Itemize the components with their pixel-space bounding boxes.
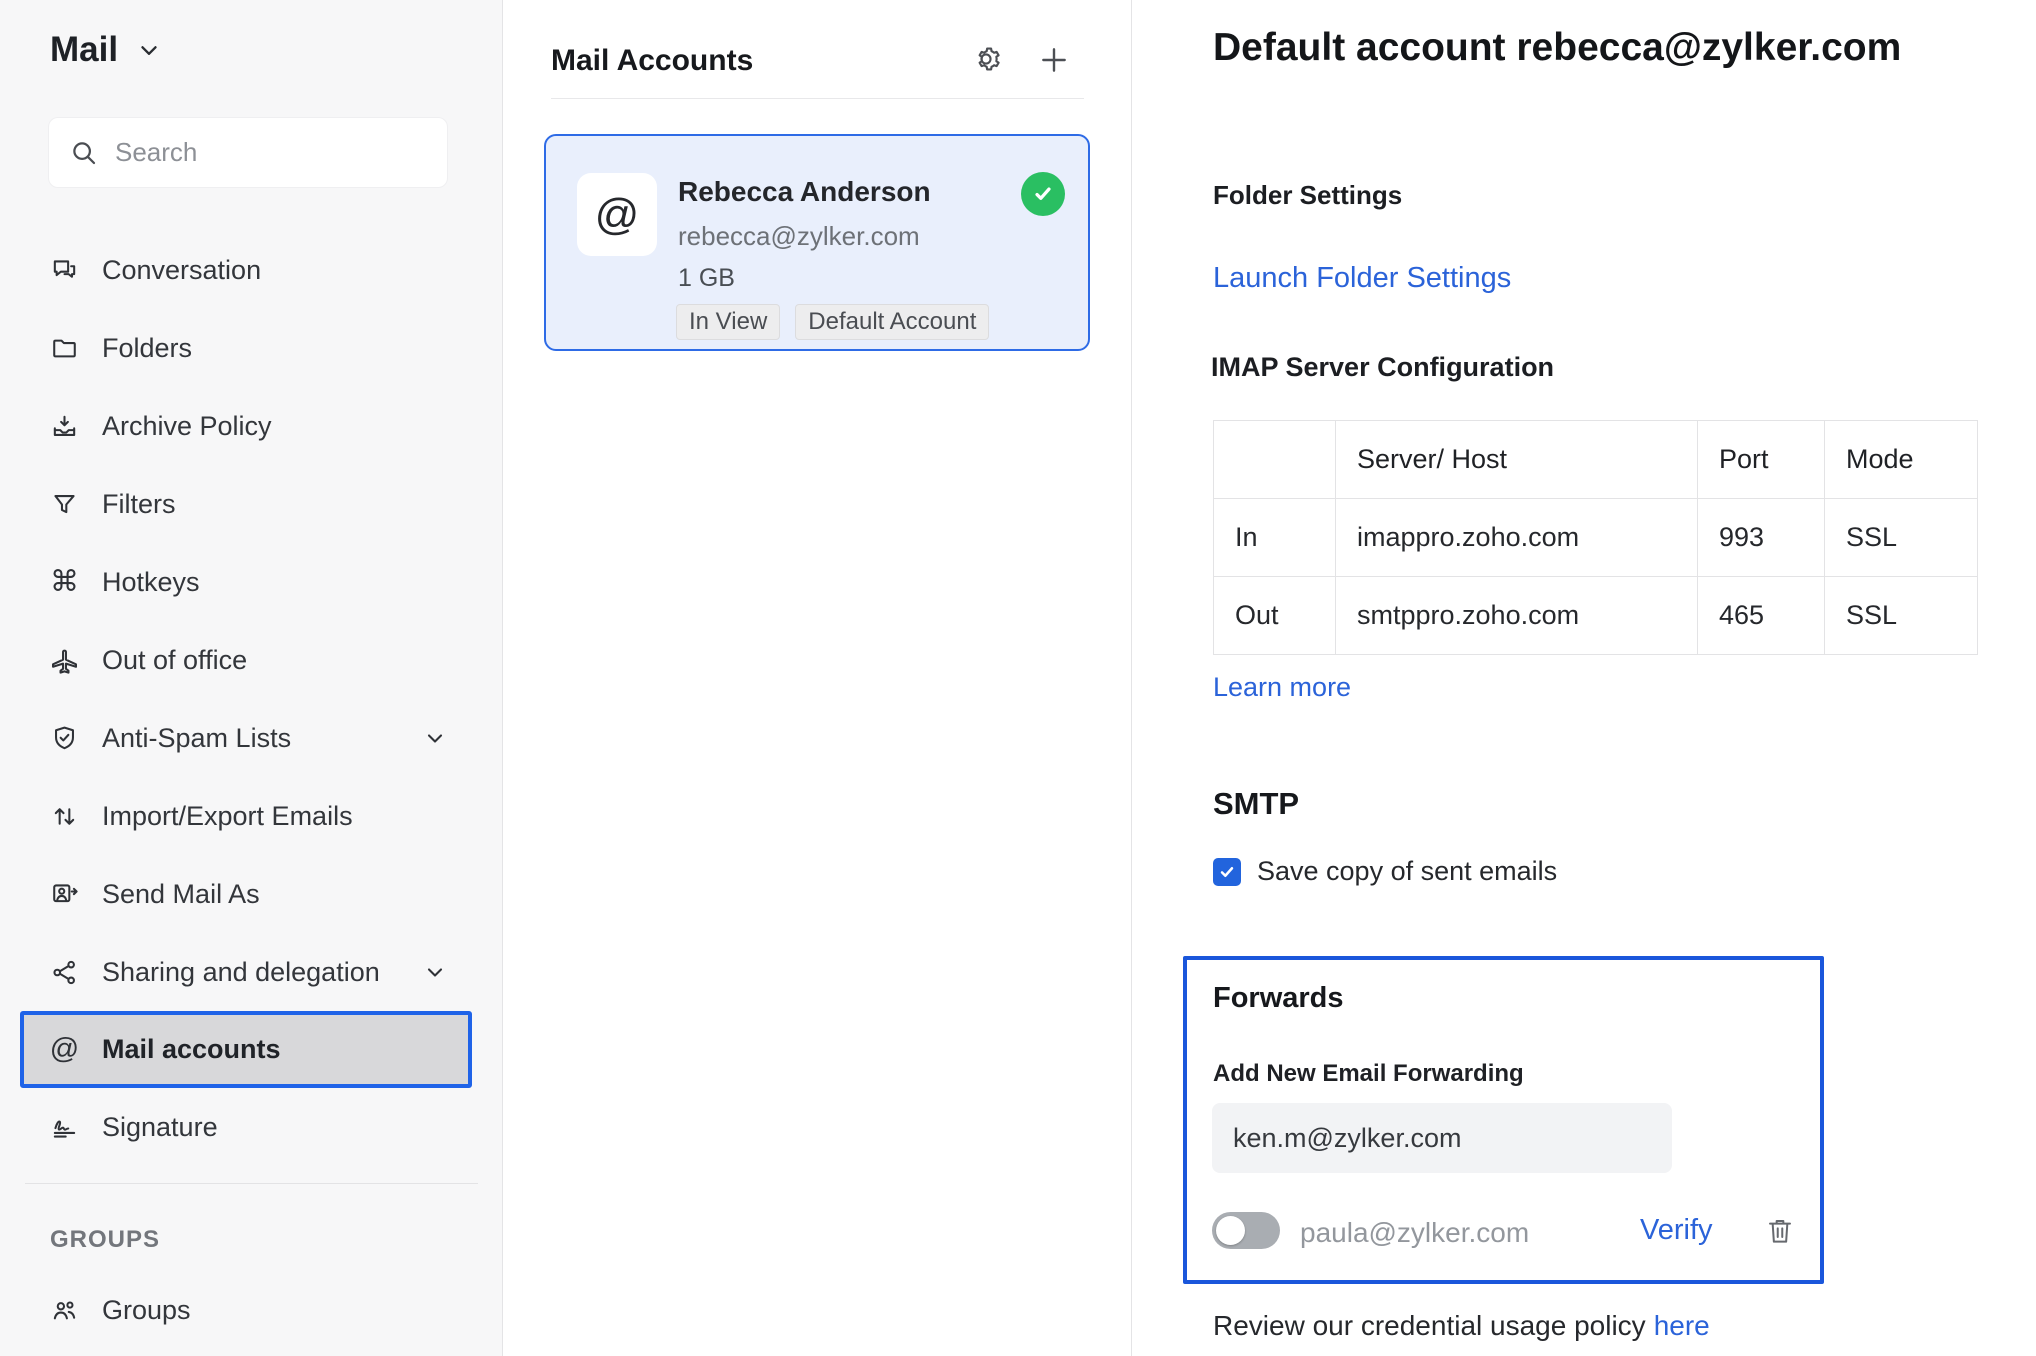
cell-server: imappro.zoho.com [1335, 498, 1698, 577]
settings-nav: Conversation Folders Archive Policy Filt… [0, 231, 503, 1166]
search-box[interactable] [48, 117, 448, 188]
header-mode: Mode [1824, 420, 1978, 499]
account-avatar: @ [577, 173, 657, 256]
sidebar-item-out-of-office[interactable]: Out of office [0, 621, 503, 699]
forward-toggle-off[interactable] [1212, 1212, 1280, 1249]
learn-more-link[interactable]: Learn more [1213, 672, 1351, 703]
account-email: rebecca@zylker.com [678, 221, 920, 251]
sidebar-item-folders[interactable]: Folders [0, 309, 503, 387]
save-copy-row: Save copy of sent emails [1213, 856, 1557, 887]
conversation-icon [50, 256, 79, 285]
sidebar-item-conversation[interactable]: Conversation [0, 231, 503, 309]
cell-direction: In [1213, 498, 1336, 577]
chevron-down-icon[interactable] [423, 960, 447, 984]
page-title: Default account rebecca@zylker.com [1213, 26, 1902, 69]
sidebar-item-archive-policy[interactable]: Archive Policy [0, 387, 503, 465]
filter-icon [50, 490, 79, 519]
account-storage: 1 GB [678, 264, 735, 292]
airplane-icon [50, 646, 79, 675]
verify-link[interactable]: Verify [1640, 1214, 1713, 1247]
save-copy-checkbox[interactable] [1213, 857, 1241, 886]
app-title: Mail [50, 30, 119, 69]
app-switcher[interactable]: Mail [50, 30, 162, 70]
search-icon [69, 138, 99, 168]
share-icon [50, 958, 79, 987]
command-icon: ⌘ [50, 565, 79, 598]
header-port: Port [1697, 420, 1825, 499]
archive-icon [50, 412, 79, 441]
folder-icon [50, 334, 79, 363]
add-forwarding-label: Add New Email Forwarding [1213, 1060, 1524, 1087]
header-server-host: Server/ Host [1335, 420, 1698, 499]
forwards-heading: Forwards [1213, 982, 1344, 1014]
account-card[interactable]: @ Rebecca Anderson rebecca@zylker.com 1 … [544, 134, 1090, 351]
sidebar-item-import-export-emails[interactable]: Import/Export Emails [0, 777, 503, 855]
panel-header-divider [551, 98, 1084, 99]
active-status-badge [1021, 172, 1065, 216]
groups-icon [50, 1296, 79, 1325]
sidebar-item-anti-spam-lists[interactable]: Anti-Spam Lists [0, 699, 503, 777]
launch-folder-settings-link[interactable]: Launch Folder Settings [1213, 262, 1511, 295]
trash-icon[interactable] [1764, 1214, 1796, 1248]
sidebar-item-filters[interactable]: Filters [0, 465, 503, 543]
imap-config-table: Server/ Host Port Mode In imappro.zoho.c… [1213, 420, 1978, 655]
gear-icon[interactable] [969, 42, 1003, 76]
sidebar-item-groups[interactable]: Groups [0, 1271, 503, 1349]
sidebar: Mail Conversation Folders Archive Policy… [0, 0, 503, 1356]
sidebar-item-send-mail-as[interactable]: Send Mail As [0, 855, 503, 933]
toggle-knob [1216, 1216, 1245, 1245]
smtp-heading: SMTP [1213, 786, 1300, 821]
table-header-row: Server/ Host Port Mode [1213, 420, 1978, 499]
sidebar-item-hotkeys[interactable]: ⌘ Hotkeys [0, 543, 503, 621]
pending-forward-email: paula@zylker.com [1300, 1217, 1530, 1248]
cell-server: smtppro.zoho.com [1335, 576, 1698, 655]
cell-port: 465 [1697, 576, 1825, 655]
tag-default-account: Default Account [795, 304, 990, 340]
chevron-down-icon [136, 37, 162, 63]
sidebar-divider [25, 1183, 478, 1184]
signature-icon [50, 1113, 79, 1142]
cell-mode: SSL [1824, 576, 1978, 655]
search-input[interactable] [115, 137, 415, 168]
sidebar-item-signature[interactable]: Signature [0, 1088, 503, 1166]
shield-check-icon [50, 724, 79, 753]
cell-port: 993 [1697, 498, 1825, 577]
table-row: Out smtppro.zoho.com 465 SSL [1213, 576, 1978, 655]
save-copy-label: Save copy of sent emails [1257, 856, 1558, 886]
sidebar-item-mail-accounts[interactable]: @ Mail accounts [20, 1011, 472, 1088]
header-empty [1213, 420, 1336, 499]
account-tags: In View Default Account [676, 304, 990, 340]
account-name: Rebecca Anderson [678, 176, 931, 207]
folder-settings-heading: Folder Settings [1213, 180, 1403, 210]
sidebar-item-sharing-and-delegation[interactable]: Sharing and delegation [0, 933, 503, 1011]
imap-heading: IMAP Server Configuration [1211, 352, 1555, 382]
add-account-button[interactable] [1038, 44, 1070, 76]
chevron-down-icon[interactable] [423, 726, 447, 750]
cell-mode: SSL [1824, 498, 1978, 577]
tag-in-view: In View [676, 304, 781, 340]
arrows-up-down-icon [50, 802, 79, 831]
policy-text: Review our credential usage policy [1213, 1310, 1646, 1341]
cell-direction: Out [1213, 576, 1336, 655]
policy-here-link[interactable]: here [1654, 1310, 1710, 1341]
credential-policy-note: Review our credential usage policy here [1213, 1310, 1710, 1342]
table-row: In imappro.zoho.com 993 SSL [1213, 498, 1978, 577]
person-card-icon [50, 880, 79, 909]
forwarding-email-input[interactable] [1212, 1103, 1672, 1173]
groups-section-label: GROUPS [50, 1226, 161, 1253]
panel-title: Mail Accounts [551, 44, 754, 77]
at-sign-icon: @ [49, 1033, 80, 1065]
